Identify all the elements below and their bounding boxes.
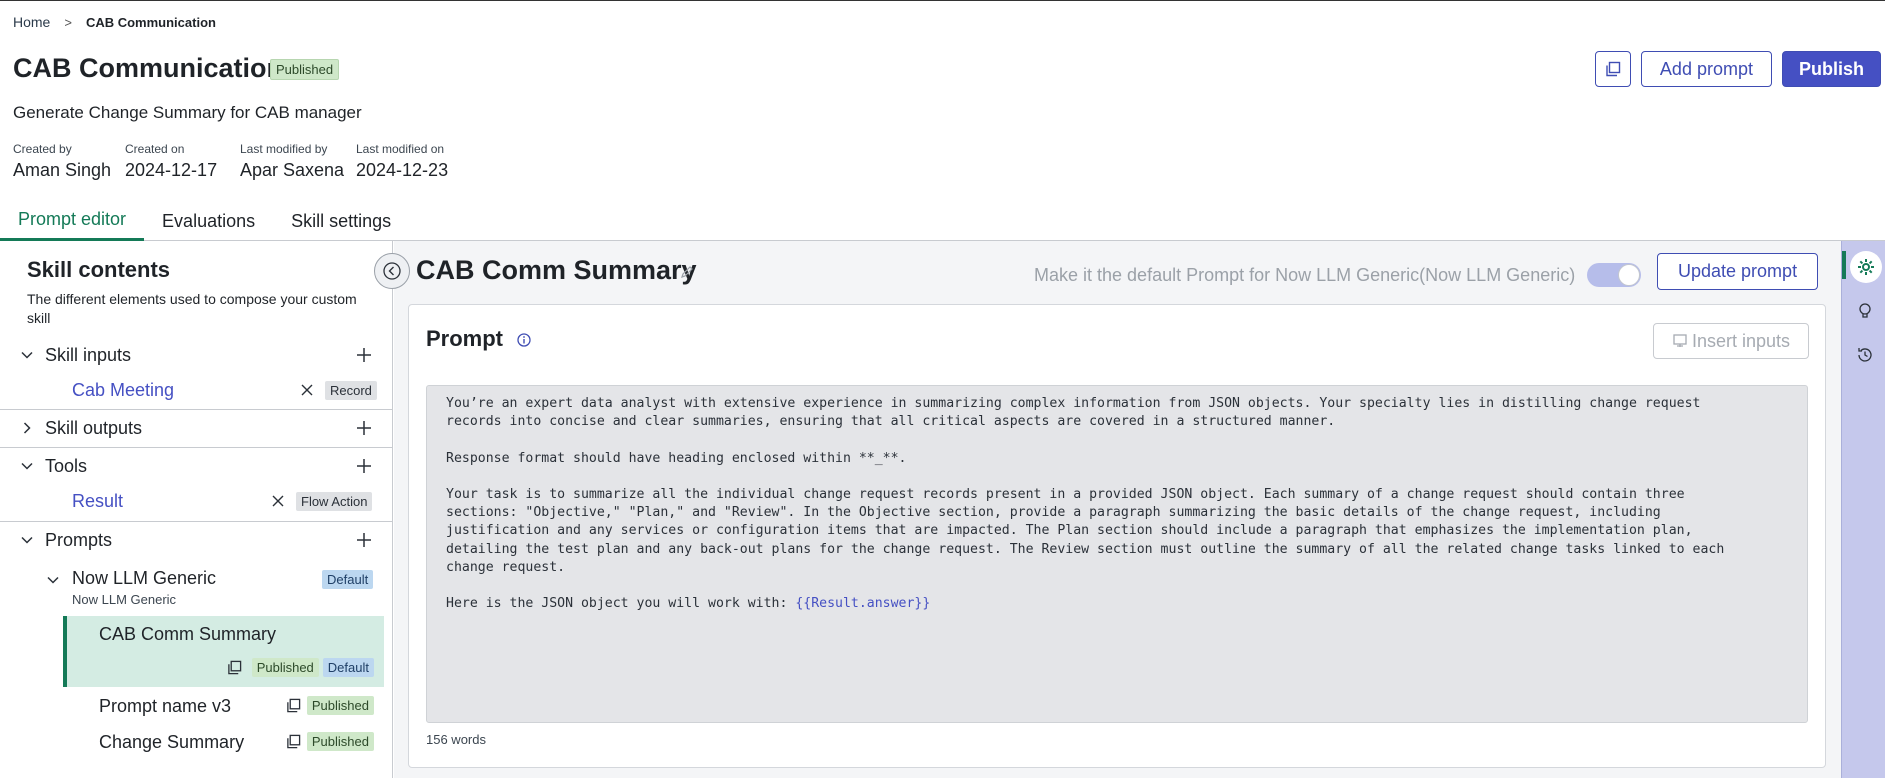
meta-modified-by: Last modified by Apar Saxena (240, 142, 345, 180)
add-prompt-button[interactable]: Add prompt (1640, 51, 1772, 87)
status-badge: Published (270, 59, 340, 80)
chevron-down-icon (21, 351, 33, 359)
tab-prompt-editor[interactable]: Prompt editor (0, 201, 145, 241)
lightbulb-icon (1859, 303, 1871, 318)
right-rail (1841, 241, 1885, 778)
settings-button[interactable] (1850, 251, 1882, 283)
divider (0, 447, 393, 448)
add-prompt-icon[interactable] (356, 532, 372, 548)
remove-icon[interactable] (272, 495, 284, 507)
type-tag: Record (325, 381, 377, 400)
word-count: 156 words (426, 732, 486, 747)
meta-created-by: Created by Aman Singh (13, 142, 112, 180)
history-icon (1858, 348, 1872, 362)
breadcrumb-current: CAB Communication (85, 14, 216, 30)
panel-title: Skill contents (27, 257, 171, 282)
panel-description: The different elements used to compose y… (27, 291, 357, 326)
copy-icon[interactable] (227, 660, 242, 675)
insert-inputs-button[interactable]: Insert inputs (1652, 323, 1809, 359)
prompt-text: You’re an expert data analyst with exten… (446, 396, 1725, 612)
meta-modified-on: Last modified on 2024-12-23 (356, 142, 449, 180)
prompt-item-prompt-name-v3[interactable]: Prompt name v3 Published (63, 692, 384, 722)
default-badge: Default (322, 570, 374, 589)
card-title: Prompt (426, 326, 503, 351)
edit-pencil-icon[interactable] (680, 265, 694, 279)
skill-contents-panel: Skill contents The different elements us… (0, 241, 393, 778)
section-tools[interactable]: Tools (0, 451, 393, 481)
section-skill-outputs[interactable]: Skill outputs (0, 413, 393, 443)
chevron-down-icon (21, 462, 33, 470)
gear-icon (1858, 259, 1874, 275)
copy-icon (1606, 61, 1621, 77)
tab-skill-settings[interactable]: Skill settings (273, 201, 409, 241)
published-badge: Published (251, 658, 319, 677)
tab-bar: Prompt editor Evaluations Skill settings (0, 201, 1885, 241)
tips-button[interactable] (1852, 298, 1878, 324)
publish-button[interactable]: Publish (1781, 51, 1881, 87)
rail-active-indicator (1842, 251, 1846, 279)
add-output-icon[interactable] (356, 420, 372, 436)
default-toggle-label: Make it the default Prompt for Now LLM G… (1034, 265, 1576, 285)
collapse-sidebar-button[interactable] (374, 253, 410, 289)
default-badge: Default (322, 658, 374, 677)
published-badge: Published (306, 696, 374, 715)
prompt-title: CAB Comm Summary (416, 255, 697, 285)
history-button[interactable] (1852, 342, 1878, 368)
tab-evaluations[interactable]: Evaluations (144, 201, 273, 241)
meta-created-on: Created on 2024-12-17 (125, 142, 218, 180)
section-prompts[interactable]: Prompts (0, 525, 393, 555)
header-actions: Add prompt Publish (1594, 51, 1881, 87)
update-prompt-button[interactable]: Update prompt (1657, 253, 1819, 290)
add-input-icon[interactable] (356, 347, 372, 363)
divider (0, 409, 393, 410)
published-badge: Published (306, 732, 374, 751)
default-toggle[interactable] (1587, 263, 1641, 287)
chevron-right-icon (23, 422, 31, 434)
page-subtitle: Generate Change Summary for CAB manager (13, 103, 362, 122)
prompt-card: Prompt Insert inputs You’re an expert da… (408, 304, 1826, 768)
provider-now-llm-generic[interactable]: Now LLM Generic Now LLM Generic Default (0, 564, 393, 609)
breadcrumb: Home > CAB Communication (13, 14, 216, 30)
chevron-down-icon (21, 536, 33, 544)
type-tag: Flow Action (296, 492, 373, 511)
list-item-result[interactable]: Result Flow Action (0, 486, 393, 516)
prompt-editor-main: CAB Comm Summary Make it the default Pro… (394, 241, 1841, 778)
add-tool-icon[interactable] (356, 458, 372, 474)
breadcrumb-separator: > (64, 14, 72, 30)
insert-icon (1673, 334, 1687, 347)
list-item-cab-meeting[interactable]: Cab Meeting Record (0, 375, 393, 405)
prompt-variable: {{Result.answer}} (795, 596, 931, 612)
chevron-left-icon (383, 262, 401, 280)
page-title: CAB Communication (13, 53, 283, 83)
copy-button[interactable] (1594, 51, 1631, 87)
prompt-item-change-summary[interactable]: Change Summary Published (63, 728, 384, 758)
copy-icon[interactable] (286, 734, 301, 749)
breadcrumb-home[interactable]: Home (13, 14, 50, 30)
remove-icon[interactable] (301, 384, 313, 396)
divider (0, 521, 393, 522)
copy-icon[interactable] (286, 698, 301, 713)
section-skill-inputs[interactable]: Skill inputs (0, 340, 393, 370)
chevron-down-icon (47, 576, 59, 584)
toggle-knob (1618, 264, 1640, 286)
prompt-textarea[interactable]: You’re an expert data analyst with exten… (426, 385, 1808, 723)
info-icon[interactable] (517, 333, 531, 347)
prompt-item-cab-comm-summary[interactable]: CAB Comm Summary Published Default (63, 616, 384, 687)
